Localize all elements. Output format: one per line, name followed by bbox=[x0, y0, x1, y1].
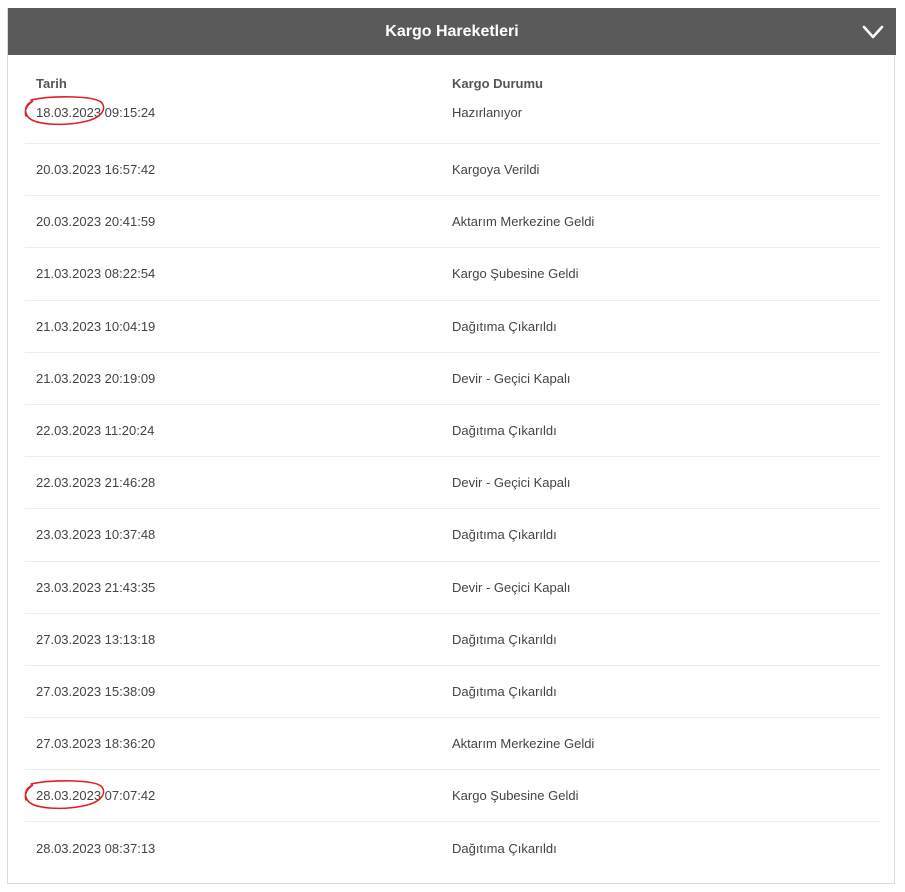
row-date: 20.03.2023 20:41:59 bbox=[25, 214, 452, 229]
row-date: 27.03.2023 18:36:20 bbox=[25, 736, 452, 751]
table-row: 21.03.2023 10:04:19 Dağıtıma Çıkarıldı bbox=[25, 301, 880, 353]
table-row: 18.03.2023 09:15:24 Hazırlanıyor bbox=[24, 96, 880, 144]
row-date: 28.03.2023 08:37:13 bbox=[25, 841, 452, 856]
row-date-text: 23.03.2023 10:37:48 bbox=[36, 527, 156, 543]
row-status: Devir - Geçici Kapalı bbox=[452, 370, 571, 386]
row-date-text: 22.03.2023 11:20:24 bbox=[36, 423, 155, 439]
column-header-date: Tarih bbox=[36, 76, 67, 91]
row-status: Dağıtıma Çıkarıldı bbox=[452, 841, 557, 857]
row-status: Devir - Geçici Kapalı bbox=[452, 579, 571, 595]
row-date: 22.03.2023 11:20:24 bbox=[25, 423, 452, 438]
row-status: Kargo Şubesine Geldi bbox=[452, 266, 579, 282]
table-row: 22.03.2023 21:46:28 Devir - Geçici Kapalı bbox=[25, 457, 880, 510]
table-row: 22.03.2023 11:20:24 Dağıtıma Çıkarıldı bbox=[25, 405, 880, 458]
row-status: Kargoya Verildi bbox=[452, 162, 540, 178]
row-date: 21.03.2023 20:19:09 bbox=[25, 371, 452, 386]
row-status: Dağıtıma Çıkarıldı bbox=[452, 318, 557, 334]
row-date-text: 23.03.2023 21:43:35 bbox=[36, 579, 156, 595]
row-date-text: 21.03.2023 08:22:54 bbox=[36, 266, 156, 282]
row-date: 21.03.2023 08:22:54 bbox=[25, 266, 452, 281]
table-row: 28.03.2023 07:07:42 Kargo Şubesine Geldi bbox=[24, 770, 880, 823]
row-date: 21.03.2023 10:04:19 bbox=[25, 319, 452, 334]
row-date-text: 21.03.2023 10:04:19 bbox=[36, 318, 156, 334]
row-date-text: 28.03.2023 08:37:13 bbox=[36, 841, 156, 857]
row-date: 20.03.2023 16:57:42 bbox=[25, 162, 452, 177]
row-date: 23.03.2023 10:37:48 bbox=[25, 527, 452, 542]
row-date: 22.03.2023 21:46:28 bbox=[25, 475, 452, 490]
row-date-text: 27.03.2023 13:13:18 bbox=[36, 631, 156, 647]
row-status: Aktarım Merkezine Geldi bbox=[452, 214, 595, 230]
table-row: 28.03.2023 08:37:13 Dağıtıma Çıkarıldı bbox=[25, 822, 880, 874]
row-date-text: 20.03.2023 20:41:59 bbox=[36, 214, 156, 230]
row-status: Dağıtıma Çıkarıldı bbox=[452, 527, 557, 543]
row-date-text: 27.03.2023 15:38:09 bbox=[36, 683, 156, 699]
column-header-status: Kargo Durumu bbox=[452, 76, 543, 91]
table-row: 23.03.2023 21:43:35 Devir - Geçici Kapalı bbox=[25, 562, 880, 614]
row-status: Hazırlanıyor bbox=[452, 105, 523, 120]
row-status: Aktarım Merkezine Geldi bbox=[452, 736, 595, 752]
table-row: 21.03.2023 20:19:09 Devir - Geçici Kapalı bbox=[25, 353, 880, 405]
panel-title: Kargo Hareketleri bbox=[385, 22, 519, 40]
table-row: 23.03.2023 10:37:48 Dağıtıma Çıkarıldı bbox=[25, 509, 880, 562]
table-row: 20.03.2023 16:57:42 Kargoya Verildi bbox=[25, 144, 880, 197]
row-date: 23.03.2023 21:43:35 bbox=[25, 580, 452, 595]
row-date-text: 20.03.2023 16:57:42 bbox=[36, 162, 156, 178]
row-status: Dağıtıma Çıkarıldı bbox=[452, 683, 557, 699]
table-row: 20.03.2023 20:41:59 Aktarım Merkezine Gel… bbox=[25, 196, 880, 249]
panel-header[interactable]: Kargo Hareketleri bbox=[8, 8, 896, 55]
cargo-movements-table: Tarih Kargo Durumu 18.03.2023 09:15:24 Ha… bbox=[24, 55, 880, 875]
table-header: Tarih Kargo Durumu bbox=[25, 55, 880, 97]
row-date-text: 22.03.2023 21:46:28 bbox=[36, 475, 156, 491]
row-status: Dağıtıma Çıkarıldı bbox=[452, 423, 557, 439]
row-date-text: 27.03.2023 18:36:20 bbox=[36, 736, 156, 752]
row-date: 18.03.2023 09:15:24 bbox=[24, 96, 452, 126]
table-row: 21.03.2023 08:22:54 Kargo Şubesine Geldi bbox=[25, 248, 880, 301]
table-body: 18.03.2023 09:15:24 Hazırlanıyor 20.03.202… bbox=[24, 96, 880, 875]
table-row: 27.03.2023 15:38:09 Dağıtıma Çıkarıldı bbox=[25, 666, 880, 719]
row-date-text: 21.03.2023 20:19:09 bbox=[36, 370, 156, 386]
chevron-down-icon[interactable] bbox=[862, 21, 884, 43]
cargo-movements-panel: Kargo Hareketleri Tarih Kargo Durumu 18.… bbox=[7, 8, 896, 884]
row-date-text: 18.03.2023 09:15:24 bbox=[36, 105, 156, 120]
row-date: 28.03.2023 07:07:42 bbox=[24, 780, 452, 810]
row-status: Devir - Geçici Kapalı bbox=[452, 475, 571, 491]
row-status: Kargo Şubesine Geldi bbox=[452, 788, 579, 804]
row-status: Dağıtıma Çıkarıldı bbox=[452, 631, 557, 647]
row-date: 27.03.2023 15:38:09 bbox=[25, 684, 452, 699]
table-row: 27.03.2023 18:36:20 Aktarım Merkezine Gel… bbox=[25, 718, 880, 771]
table-row: 27.03.2023 13:13:18 Dağıtıma Çıkarıldı bbox=[25, 614, 880, 666]
row-date: 27.03.2023 13:13:18 bbox=[25, 632, 452, 647]
row-date-text: 28.03.2023 07:07:42 bbox=[36, 788, 156, 804]
